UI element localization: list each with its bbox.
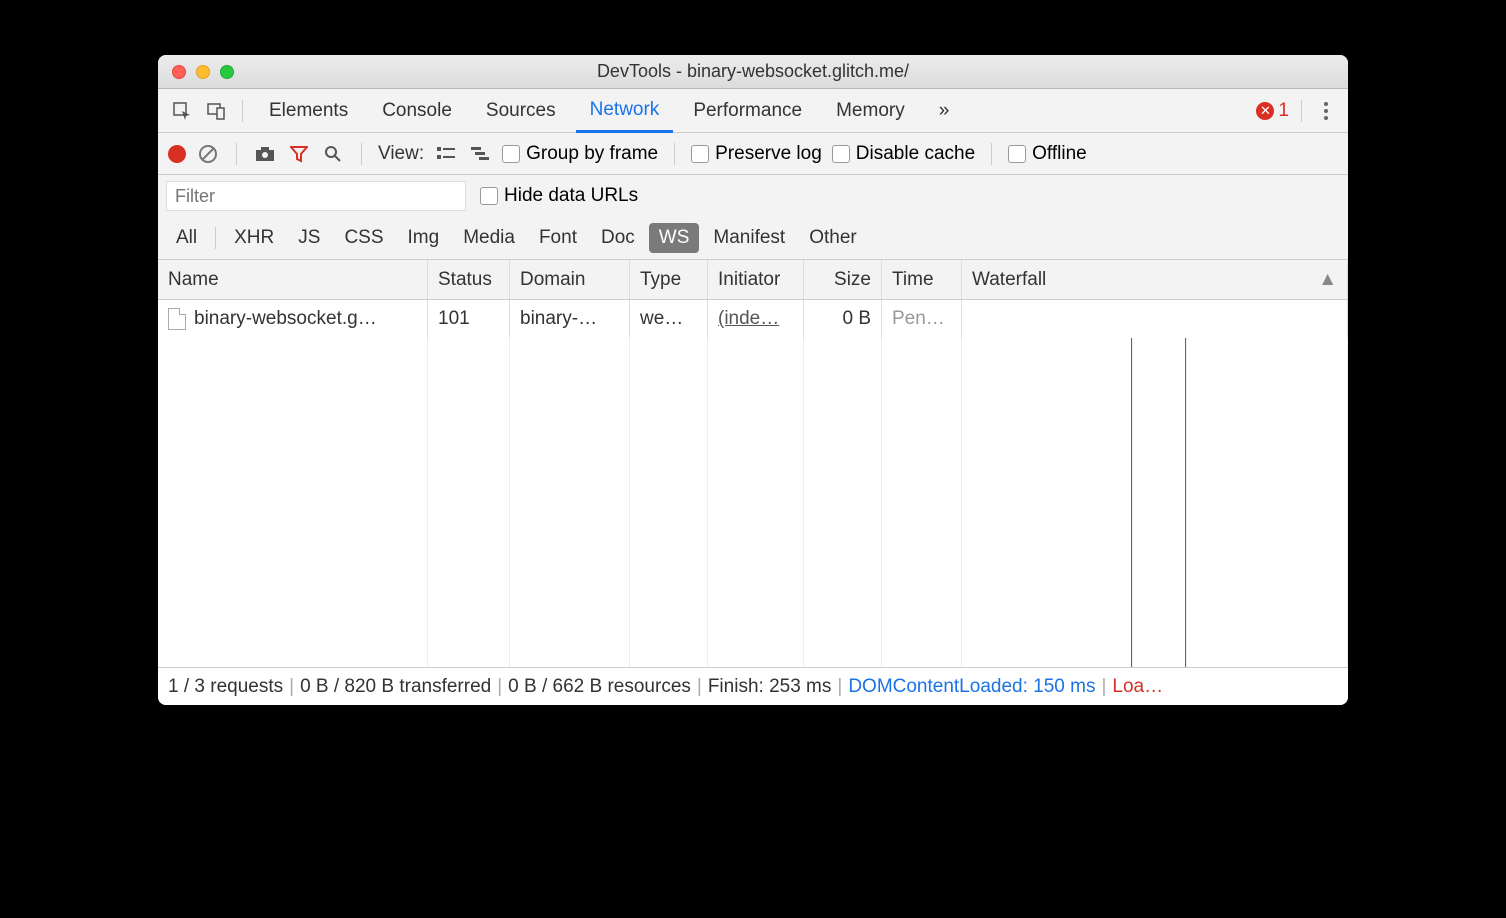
status-bar: 1 / 3 requests | 0 B / 820 B transferred…	[158, 667, 1348, 705]
panel-tabbar: Elements Console Sources Network Perform…	[158, 89, 1348, 133]
col-type[interactable]: Type	[630, 260, 708, 299]
large-rows-icon[interactable]	[434, 142, 458, 166]
type-filters: All XHR JS CSS Img Media Font Doc WS Man…	[158, 217, 1348, 259]
col-initiator[interactable]: Initiator	[708, 260, 804, 299]
filter-input[interactable]	[166, 181, 466, 211]
filter-bar: Hide data URLs All XHR JS CSS Img Media …	[158, 175, 1348, 260]
window-controls	[158, 65, 234, 79]
separator	[361, 143, 362, 165]
error-count: 1	[1278, 100, 1289, 122]
filter-all[interactable]: All	[166, 223, 207, 253]
clear-icon[interactable]	[196, 142, 220, 166]
preserve-log-label: Preserve log	[715, 143, 822, 165]
filter-xhr[interactable]: XHR	[224, 223, 284, 253]
separator	[1301, 100, 1302, 122]
cell-status: 101	[428, 300, 510, 338]
view-label: View:	[378, 143, 424, 165]
status-dcl: DOMContentLoaded: 150 ms	[848, 676, 1095, 698]
filter-doc[interactable]: Doc	[591, 223, 645, 253]
status-resources: 0 B / 662 B resources	[508, 676, 691, 698]
cell-name: binary-websocket.g…	[158, 300, 428, 338]
hide-data-urls-label: Hide data URLs	[504, 185, 638, 207]
col-domain[interactable]: Domain	[510, 260, 630, 299]
checkbox-icon	[502, 145, 520, 163]
sort-asc-icon: ▲	[1318, 269, 1337, 291]
separator	[674, 143, 675, 165]
checkbox-icon	[691, 145, 709, 163]
col-size[interactable]: Size	[804, 260, 882, 299]
separator	[236, 143, 237, 165]
cell-initiator[interactable]: (inde…	[708, 300, 804, 338]
tab-console[interactable]: Console	[368, 89, 466, 133]
tab-sources[interactable]: Sources	[472, 89, 570, 133]
table-row[interactable]: binary-websocket.g… 101 binary-… we… (in…	[158, 300, 1348, 338]
minimize-window-button[interactable]	[196, 65, 210, 79]
filter-css[interactable]: CSS	[334, 223, 393, 253]
tab-network[interactable]: Network	[576, 89, 674, 133]
cell-waterfall	[962, 300, 1348, 338]
tab-elements[interactable]: Elements	[255, 89, 362, 133]
window-title: DevTools - binary-websocket.glitch.me/	[158, 61, 1348, 82]
tab-overflow[interactable]: »	[925, 89, 964, 133]
filter-font[interactable]: Font	[529, 223, 587, 253]
disable-cache-label: Disable cache	[856, 143, 975, 165]
close-window-button[interactable]	[172, 65, 186, 79]
requests-table: Name Status Domain Type Initiator Size T…	[158, 260, 1348, 667]
status-load: Loa…	[1112, 676, 1163, 698]
checkbox-icon	[832, 145, 850, 163]
error-counter[interactable]: ✕ 1	[1256, 100, 1289, 122]
kebab-menu-icon[interactable]	[1314, 102, 1338, 120]
titlebar: DevTools - binary-websocket.glitch.me/	[158, 55, 1348, 89]
separator	[991, 143, 992, 165]
status-transferred: 0 B / 820 B transferred	[300, 676, 491, 698]
col-name[interactable]: Name	[158, 260, 428, 299]
group-by-frame-label: Group by frame	[526, 143, 658, 165]
status-requests: 1 / 3 requests	[168, 676, 283, 698]
checkbox-icon	[1008, 145, 1026, 163]
screenshot-icon[interactable]	[253, 142, 277, 166]
disable-cache-checkbox[interactable]: Disable cache	[832, 143, 975, 165]
hide-data-urls-checkbox[interactable]: Hide data URLs	[480, 185, 638, 207]
cell-type: we…	[630, 300, 708, 338]
offline-label: Offline	[1032, 143, 1087, 165]
waterfall-view-icon[interactable]	[468, 142, 492, 166]
filter-manifest[interactable]: Manifest	[703, 223, 795, 253]
col-waterfall[interactable]: Waterfall ▲	[962, 260, 1348, 299]
col-time[interactable]: Time	[882, 260, 962, 299]
filter-js[interactable]: JS	[288, 223, 330, 253]
tab-memory[interactable]: Memory	[822, 89, 919, 133]
separator	[215, 227, 216, 249]
tab-performance[interactable]: Performance	[679, 89, 816, 133]
status-finish: Finish: 253 ms	[708, 676, 832, 698]
filter-ws[interactable]: WS	[649, 223, 700, 253]
table-body: binary-websocket.g… 101 binary-… we… (in…	[158, 300, 1348, 667]
filter-icon[interactable]	[287, 142, 311, 166]
table-header: Name Status Domain Type Initiator Size T…	[158, 260, 1348, 300]
cell-size: 0 B	[804, 300, 882, 338]
separator	[242, 100, 243, 122]
col-status[interactable]: Status	[428, 260, 510, 299]
cell-time: Pen…	[882, 300, 962, 338]
devtools-window: DevTools - binary-websocket.glitch.me/ E…	[158, 55, 1348, 705]
record-button[interactable]	[168, 145, 186, 163]
search-icon[interactable]	[321, 142, 345, 166]
cell-domain: binary-…	[510, 300, 630, 338]
checkbox-icon	[480, 187, 498, 205]
inspect-element-icon[interactable]	[168, 97, 196, 125]
error-icon: ✕	[1256, 102, 1274, 120]
filter-media[interactable]: Media	[453, 223, 525, 253]
preserve-log-checkbox[interactable]: Preserve log	[691, 143, 822, 165]
filter-other[interactable]: Other	[799, 223, 867, 253]
zoom-window-button[interactable]	[220, 65, 234, 79]
network-toolbar: View: Group by frame Preserve log Disabl…	[158, 133, 1348, 175]
filter-img[interactable]: Img	[398, 223, 450, 253]
device-toolbar-icon[interactable]	[202, 97, 230, 125]
group-by-frame-checkbox[interactable]: Group by frame	[502, 143, 658, 165]
load-marker	[1185, 338, 1187, 667]
dcl-marker	[1131, 338, 1133, 667]
offline-checkbox[interactable]: Offline	[1008, 143, 1087, 165]
document-icon	[168, 308, 186, 330]
